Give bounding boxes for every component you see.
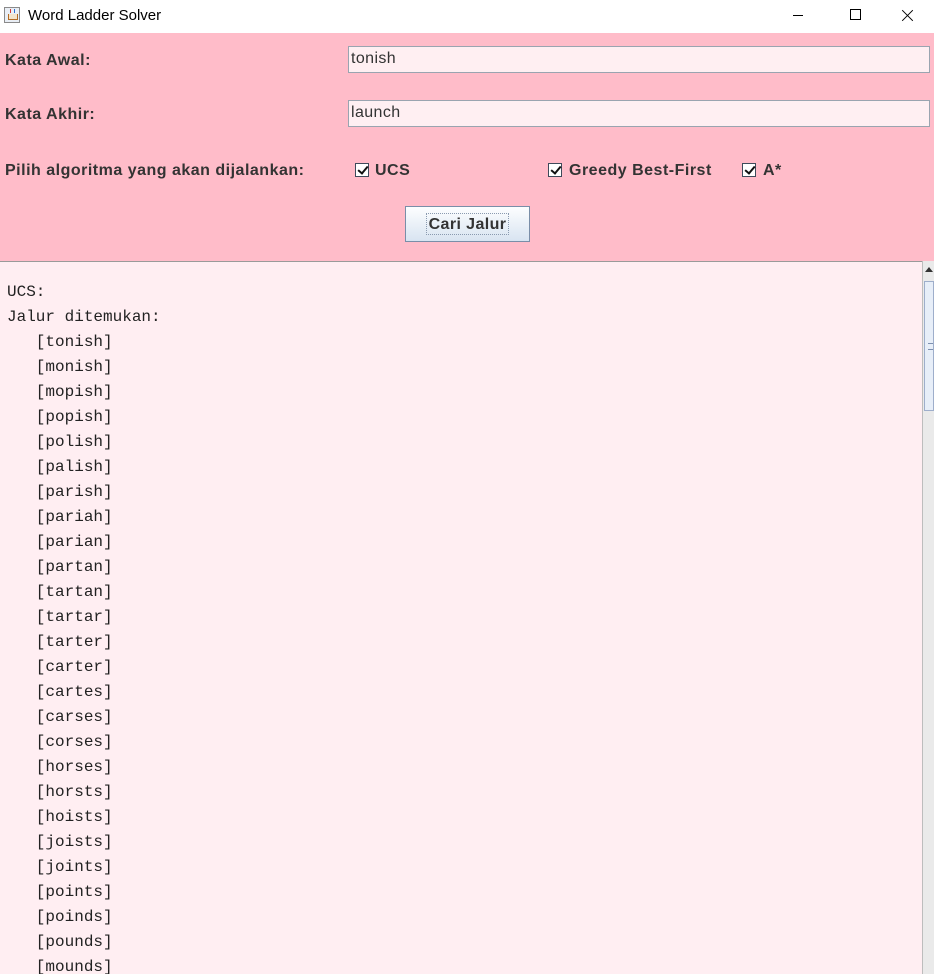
result-path-line: [joists] bbox=[7, 833, 113, 851]
start-word-input[interactable]: tonish bbox=[348, 46, 930, 73]
result-path-line: [carter] bbox=[7, 658, 113, 676]
result-path-line: [tarter] bbox=[7, 633, 113, 651]
astar-checkbox[interactable] bbox=[742, 163, 756, 177]
result-heading-line: Jalur ditemukan: bbox=[7, 308, 161, 326]
end-word-label: Kata Akhir: bbox=[5, 106, 96, 123]
scroll-thumb[interactable] bbox=[924, 281, 934, 411]
result-text: UCS: Jalur ditemukan: [tonish] [monish] … bbox=[0, 262, 922, 974]
window-title: Word Ladder Solver bbox=[28, 7, 162, 24]
result-path-line: [poinds] bbox=[7, 908, 113, 926]
result-path-line: [parian] bbox=[7, 533, 113, 551]
find-path-button-label: Cari Jalur bbox=[426, 213, 509, 235]
vertical-scrollbar[interactable] bbox=[922, 261, 934, 974]
result-path-line: [cartes] bbox=[7, 683, 113, 701]
greedy-checkbox[interactable] bbox=[548, 163, 562, 177]
algorithm-label: Pilih algoritma yang akan dijalankan: bbox=[5, 162, 305, 179]
title-bar: Word Ladder Solver bbox=[0, 0, 934, 33]
start-word-label: Kata Awal: bbox=[5, 52, 91, 69]
result-path-line: [hoists] bbox=[7, 808, 113, 826]
result-path-line: [parish] bbox=[7, 483, 113, 501]
result-path-line: [mounds] bbox=[7, 958, 113, 974]
greedy-checkbox-label[interactable]: Greedy Best-First bbox=[569, 162, 712, 180]
minimize-button[interactable] bbox=[769, 0, 827, 33]
ucs-checkbox[interactable] bbox=[355, 163, 369, 177]
grip-icon bbox=[928, 343, 933, 350]
result-path-line: [pariah] bbox=[7, 508, 113, 526]
result-path-line: [pounds] bbox=[7, 933, 113, 951]
result-path-line: [monish] bbox=[7, 358, 113, 376]
result-path-line: [popish] bbox=[7, 408, 113, 426]
result-path-line: [horses] bbox=[7, 758, 113, 776]
result-path-line: [corses] bbox=[7, 733, 113, 751]
result-path-line: [palish] bbox=[7, 458, 113, 476]
result-text-area[interactable]: UCS: Jalur ditemukan: [tonish] [monish] … bbox=[0, 261, 922, 974]
result-path-line: [partan] bbox=[7, 558, 113, 576]
end-word-input[interactable]: launch bbox=[348, 100, 930, 127]
astar-checkbox-label[interactable]: A* bbox=[763, 162, 782, 180]
result-path-line: [mopish] bbox=[7, 383, 113, 401]
close-button[interactable] bbox=[885, 0, 934, 33]
ucs-checkbox-label[interactable]: UCS bbox=[375, 162, 410, 180]
maximize-button[interactable] bbox=[827, 0, 885, 33]
scroll-up-arrow-icon[interactable] bbox=[925, 267, 933, 272]
result-path-line: [tonish] bbox=[7, 333, 113, 351]
result-path-line: [tartar] bbox=[7, 608, 113, 626]
find-path-button[interactable]: Cari Jalur bbox=[405, 206, 530, 242]
result-path-line: [tartan] bbox=[7, 583, 113, 601]
java-app-icon bbox=[4, 7, 20, 23]
result-path-line: [joints] bbox=[7, 858, 113, 876]
result-path-line: [horsts] bbox=[7, 783, 113, 801]
result-path-line: [polish] bbox=[7, 433, 113, 451]
result-path-line: [carses] bbox=[7, 708, 113, 726]
result-heading-line: UCS: bbox=[7, 283, 46, 301]
result-path-line: [points] bbox=[7, 883, 113, 901]
